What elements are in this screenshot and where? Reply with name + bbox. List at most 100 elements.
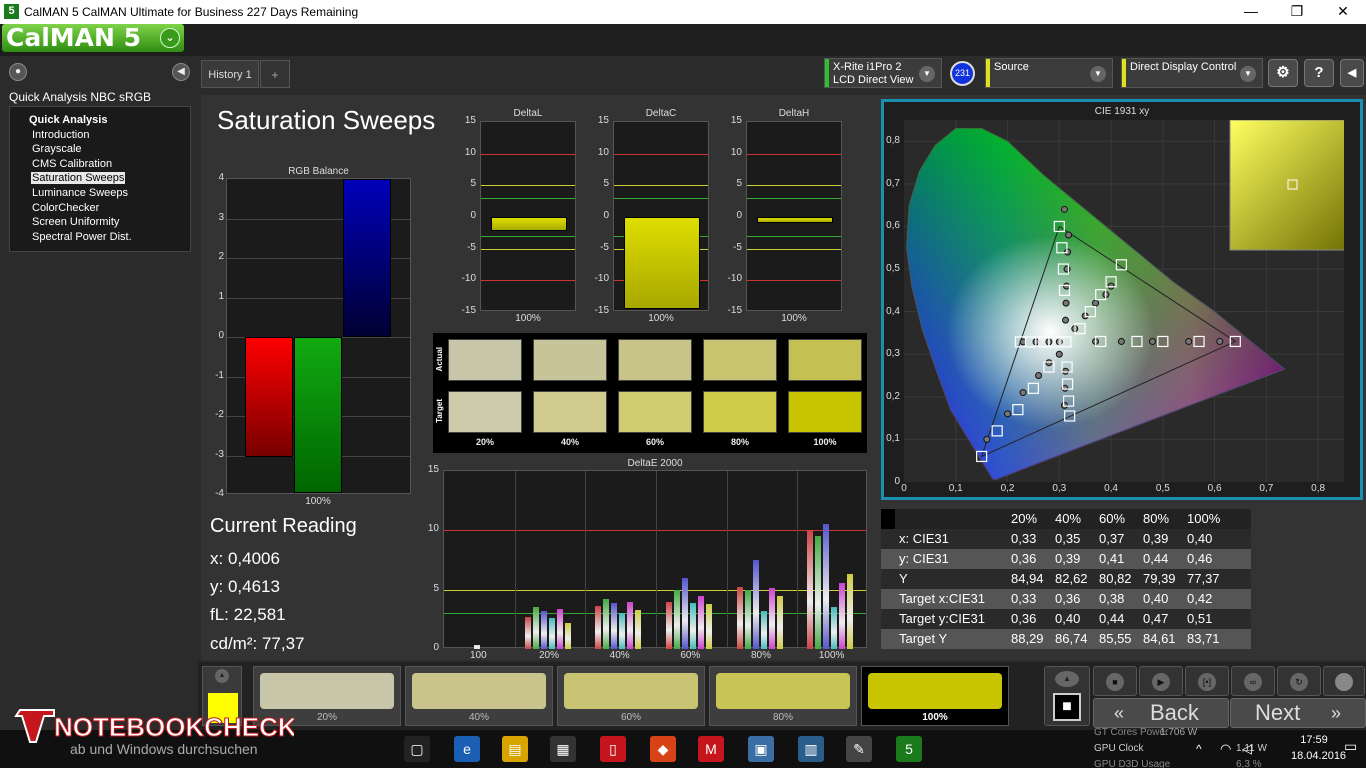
delta-ref-line xyxy=(747,198,841,199)
delta-ref-line xyxy=(747,153,841,155)
sidebar-item-saturation-sweeps[interactable]: Saturation Sweeps xyxy=(31,172,126,184)
sidebar-item-spectral-power[interactable]: Spectral Power Dist. xyxy=(31,231,133,243)
sidebar-item-grayscale[interactable]: Grayscale xyxy=(31,143,83,155)
add-tab-button[interactable]: + xyxy=(260,60,290,88)
table-row: Y 84,94 82,62 80,82 79,39 77,37 xyxy=(881,569,1251,589)
deltae-xtick: 20% xyxy=(538,650,559,661)
rgb-ytick: -2 xyxy=(215,409,224,420)
play-button[interactable]: ▶ xyxy=(1139,666,1183,696)
close-button[interactable]: ✕ xyxy=(1320,0,1366,24)
deltae-xtick: 40% xyxy=(609,650,630,661)
chevron-down-icon[interactable]: ▼ xyxy=(1090,66,1106,82)
next-button[interactable]: Next » xyxy=(1230,698,1366,728)
deltae-ytick: 0 xyxy=(433,642,439,653)
collapse-sidebar-icon[interactable]: ◀ xyxy=(172,63,190,81)
table-cell: 82,62 xyxy=(1055,571,1088,586)
settings-gear-icon[interactable]: ⚙ xyxy=(1268,59,1298,87)
deltae-bar xyxy=(674,589,680,649)
sidebar-item-luminance-sweeps[interactable]: Luminance Sweeps xyxy=(31,187,129,199)
cie-xtick: 0,8 xyxy=(1311,483,1326,494)
stop-record-icon[interactable]: ■ xyxy=(1053,693,1081,721)
cie-svg xyxy=(904,119,1361,482)
sidebar-dot-icon[interactable]: ● xyxy=(9,63,27,81)
clock-time[interactable]: 17:59 xyxy=(1291,734,1337,746)
maximize-button[interactable]: ❐ xyxy=(1274,0,1320,24)
stop-button[interactable]: ■ xyxy=(1093,666,1137,696)
calman-logo[interactable]: CalMAN 5 ⌄ xyxy=(2,24,184,52)
tree-head[interactable]: Quick Analysis xyxy=(29,114,107,126)
deltae-ytick: 15 xyxy=(427,464,439,475)
mcafee-icon[interactable]: M xyxy=(698,736,724,762)
side-panel-icon[interactable]: ◀ xyxy=(1340,59,1364,87)
rgb-ytick: 1 xyxy=(218,290,224,302)
reader-icon[interactable]: ▯ xyxy=(600,736,626,762)
app-icon-4[interactable]: ▥ xyxy=(798,736,824,762)
tab-history-1[interactable]: History 1 xyxy=(201,60,259,88)
cie-xtick: 0,4 xyxy=(1104,483,1118,494)
volume-icon[interactable]: ◁ xyxy=(1242,741,1252,757)
bottom-swatch[interactable]: 80% xyxy=(709,666,857,726)
task-view-icon[interactable]: ▢ xyxy=(404,736,430,762)
rgb-balance-xlabel: 100% xyxy=(305,496,331,507)
cie-measured-point xyxy=(1035,372,1043,380)
source-dropdown[interactable]: Source ▼ xyxy=(985,58,1113,88)
actual-swatch xyxy=(703,339,777,381)
table-cell: 85,55 xyxy=(1099,631,1132,646)
bottom-swatch[interactable]: 100% xyxy=(861,666,1009,726)
delta-chart-plot xyxy=(746,121,842,311)
minimize-button[interactable]: — xyxy=(1228,0,1274,24)
bottom-swatch[interactable]: 60% xyxy=(557,666,705,726)
target-swatch xyxy=(788,391,862,433)
edge-icon[interactable]: e xyxy=(454,736,480,762)
back-button[interactable]: « Back xyxy=(1093,698,1229,728)
chevron-down-icon[interactable]: ⌄ xyxy=(160,28,180,48)
deltae-bar xyxy=(540,611,547,649)
wifi-icon[interactable]: ◠ xyxy=(1220,741,1231,757)
app-icon-3[interactable]: ▣ xyxy=(748,736,774,762)
sidebar-item-screen-uniformity[interactable]: Screen Uniformity xyxy=(31,216,120,228)
continuous-button[interactable]: ∞ xyxy=(1231,666,1275,696)
display-control-dropdown[interactable]: Direct Display Control ▼ xyxy=(1121,58,1263,88)
source-status-bar xyxy=(986,59,990,87)
sidebar-item-introduction[interactable]: Introduction xyxy=(31,129,90,141)
table-cell: 0,47 xyxy=(1143,611,1169,626)
calman-taskbar-icon[interactable]: 5 xyxy=(896,736,922,762)
up-icon[interactable]: ▲ xyxy=(215,669,229,683)
cie-xtick: 0,1 xyxy=(948,483,963,494)
delta-ytick: 15 xyxy=(730,115,742,126)
table-cell: 0,46 xyxy=(1187,551,1213,566)
meter-badge[interactable]: 231 xyxy=(950,61,975,86)
rgb-ytick: -4 xyxy=(215,488,224,499)
rgb-balance-title: RGB Balance xyxy=(288,166,349,177)
store-icon[interactable]: ▦ xyxy=(550,736,576,762)
help-icon[interactable]: ? xyxy=(1304,59,1334,87)
sidebar-item-colorchecker[interactable]: ColorChecker xyxy=(31,202,100,214)
notifications-icon[interactable]: ▭ xyxy=(1344,738,1357,755)
app-icon-2[interactable]: ◆ xyxy=(650,736,676,762)
refresh-button[interactable]: ↻ xyxy=(1277,666,1321,696)
table-cell: 0,33 xyxy=(1011,591,1037,606)
chevron-down-icon[interactable]: ▼ xyxy=(1240,66,1256,82)
paint-icon[interactable]: ✎ xyxy=(846,736,872,762)
meter-dropdown[interactable]: X-Rite i1Pro 2 LCD Direct View ▼ xyxy=(824,58,942,88)
clock-date[interactable]: 18.04.2016 xyxy=(1291,750,1346,762)
reading-cdm2: cd/m²: 77,37 xyxy=(210,634,305,653)
chevron-down-icon[interactable]: ▼ xyxy=(919,66,935,82)
cie-measured-point xyxy=(1060,205,1068,213)
bottom-swatch[interactable]: 40% xyxy=(405,666,553,726)
bottom-swatch-color xyxy=(716,673,850,709)
delta-ytick: 0 xyxy=(470,210,476,221)
table-cell: 0,40 xyxy=(1055,611,1081,626)
record-panel[interactable]: ▲ ■ xyxy=(1044,666,1090,726)
up-icon[interactable]: ▲ xyxy=(1055,671,1079,687)
loop-button[interactable]: [•] xyxy=(1185,666,1229,696)
extra-button[interactable] xyxy=(1323,666,1365,696)
sidebar-item-cms-calibration[interactable]: CMS Calibration xyxy=(31,158,113,170)
table-cell: 0,36 xyxy=(1055,591,1081,606)
tray-up-icon[interactable]: ^ xyxy=(1196,742,1202,756)
delta-ytick: -15 xyxy=(461,305,476,316)
explorer-icon[interactable]: ▤ xyxy=(502,736,528,762)
actual-label: Actual xyxy=(435,347,444,372)
table-cell: 0,39 xyxy=(1055,551,1081,566)
deltae-xtick: 100% xyxy=(818,650,845,661)
